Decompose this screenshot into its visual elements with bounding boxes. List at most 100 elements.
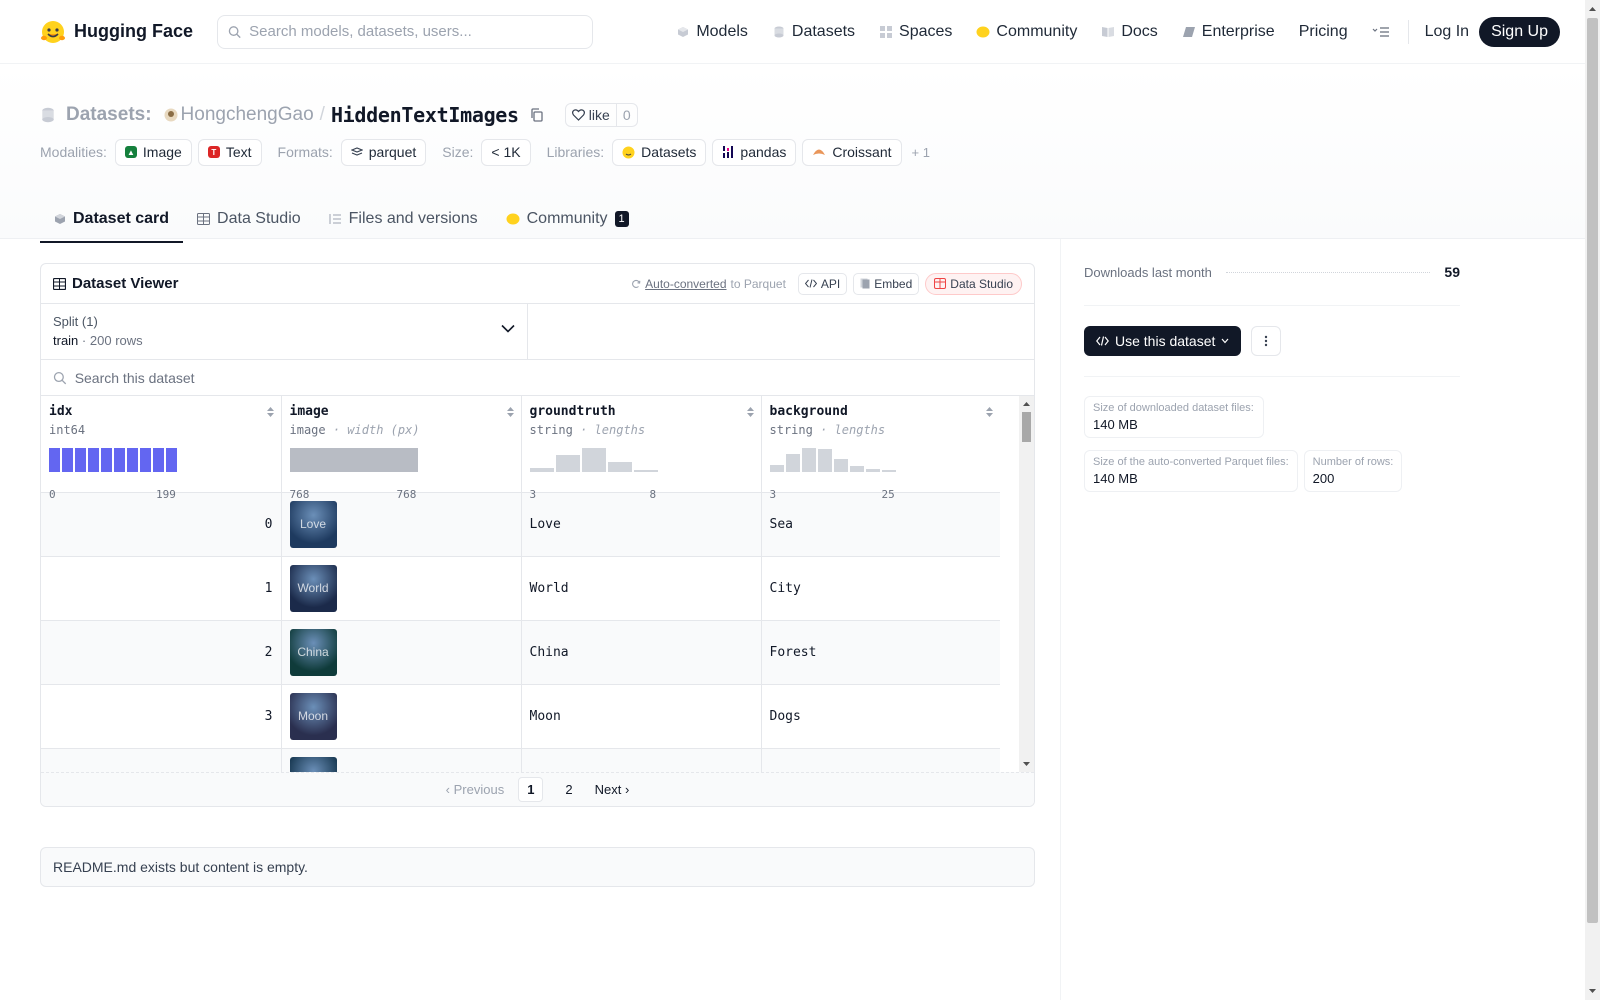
cell-background	[761, 748, 1000, 772]
histogram-bar[interactable]	[529, 467, 554, 472]
sort-icon[interactable]	[985, 406, 994, 418]
page-1-button[interactable]: 1	[518, 777, 544, 802]
table-row[interactable]: 2 China China Forest	[41, 620, 1000, 685]
table-row[interactable]	[41, 748, 1000, 772]
login-link[interactable]: Log In	[1415, 23, 1479, 41]
nav-datasets-label: Datasets	[791, 22, 856, 40]
histogram-bar[interactable]	[127, 447, 138, 472]
api-button[interactable]: API	[797, 272, 848, 295]
tab-files-versions[interactable]: Files and versions	[315, 196, 492, 243]
nav-models[interactable]: Models	[664, 16, 760, 48]
table-row[interactable]: 1 World World City	[41, 556, 1000, 621]
sort-icon[interactable]	[266, 406, 275, 418]
cube-icon	[676, 25, 690, 39]
tab-dataset-card[interactable]: Dataset card	[40, 196, 184, 243]
tag-library-croissant[interactable]: Croissant	[802, 138, 902, 166]
more-menu-button[interactable]	[1360, 16, 1402, 48]
global-search[interactable]	[217, 14, 594, 49]
nav-enterprise[interactable]: Enterprise	[1170, 16, 1287, 48]
section-label[interactable]: Datasets:	[66, 104, 152, 126]
previous-page-button[interactable]: ‹ Previous	[446, 782, 505, 797]
histogram-bar[interactable]	[769, 464, 784, 472]
image-thumbnail[interactable]: Moon	[289, 692, 337, 740]
histogram-bar[interactable]	[88, 447, 99, 472]
like-button[interactable]: like	[566, 104, 616, 126]
next-page-button[interactable]: Next ›	[595, 782, 630, 797]
histogram-bar[interactable]	[581, 447, 606, 472]
global-search-input[interactable]	[249, 23, 583, 40]
scroll-down-icon[interactable]	[1585, 985, 1600, 997]
image-thumbnail[interactable]: China	[289, 628, 337, 676]
histogram-bar[interactable]	[49, 447, 60, 472]
tag-format-parquet[interactable]: parquet	[340, 138, 427, 166]
scrollbar-thumb[interactable]	[1022, 412, 1031, 442]
copy-icon[interactable]	[529, 107, 545, 123]
tag-modality-text[interactable]: T Text	[197, 138, 262, 166]
sort-icon[interactable]	[506, 406, 515, 418]
tag-size[interactable]: < 1K	[481, 138, 531, 166]
readme-notice: README.md exists but content is empty.	[40, 847, 1035, 887]
nav-pricing[interactable]: Pricing	[1287, 16, 1360, 48]
nav-community[interactable]: Community	[964, 16, 1089, 48]
more-options-button[interactable]	[1251, 326, 1282, 356]
signup-button[interactable]: Sign Up	[1479, 16, 1560, 47]
scrollbar-thumb[interactable]	[1587, 18, 1598, 923]
histogram-bar[interactable]	[140, 447, 151, 472]
scroll-up-icon[interactable]	[1585, 3, 1600, 15]
nav-datasets[interactable]: Datasets	[760, 16, 867, 48]
histogram-bar[interactable]	[785, 453, 800, 472]
histogram-bar[interactable]	[289, 447, 418, 472]
histogram-bar[interactable]	[62, 447, 73, 472]
tag-label: Croissant	[832, 144, 892, 160]
nav-spaces[interactable]: Spaces	[867, 16, 964, 48]
like-count[interactable]: 0	[615, 104, 637, 126]
column-header-groundtruth: groundtruth string · lengths 3 8	[521, 396, 762, 501]
brand[interactable]: Hugging Face	[40, 19, 193, 45]
histogram-bar[interactable]	[817, 448, 832, 472]
tab-data-studio[interactable]: Data Studio	[183, 196, 315, 243]
more-tags-link[interactable]: + 1	[912, 145, 930, 160]
histogram-bar[interactable]	[75, 447, 86, 472]
histogram-bar[interactable]	[801, 447, 816, 472]
image-thumbnail[interactable]: Love	[289, 500, 337, 548]
use-this-dataset-button[interactable]: Use this dataset	[1084, 326, 1242, 356]
dataset-search[interactable]	[41, 360, 1034, 396]
image-thumbnail[interactable]: World	[289, 564, 337, 612]
histogram-bar[interactable]	[101, 447, 112, 472]
histogram-bar[interactable]	[881, 469, 896, 472]
path-separator: /	[319, 104, 325, 125]
table-row[interactable]: 3 Moon Moon Dogs	[41, 684, 1000, 749]
histogram-bar[interactable]	[607, 461, 632, 472]
page-scrollbar[interactable]	[1585, 0, 1600, 1000]
histogram-bar[interactable]	[555, 454, 580, 472]
dataset-search-input[interactable]	[74, 369, 1022, 386]
histogram-bar[interactable]	[153, 447, 164, 472]
nav-docs[interactable]: Docs	[1089, 16, 1169, 48]
scroll-down-icon[interactable]	[1019, 758, 1034, 770]
scroll-up-icon[interactable]	[1019, 398, 1034, 410]
page-2-button[interactable]: 2	[557, 778, 580, 801]
tag-modality-image[interactable]: ▲ Image	[114, 138, 192, 166]
image-thumbnail[interactable]	[289, 756, 337, 772]
tab-label: Data Studio	[217, 209, 301, 227]
repo-header: Datasets: HongchengGao / HiddenTextImage…	[0, 64, 1600, 243]
embed-button[interactable]: Embed	[853, 272, 920, 295]
table-scrollbar[interactable]	[1019, 396, 1034, 772]
histogram-bar[interactable]	[849, 465, 864, 472]
data-studio-button[interactable]: Data Studio	[925, 272, 1022, 295]
histogram-bar[interactable]	[166, 447, 177, 472]
histogram-bar[interactable]	[633, 469, 658, 472]
sort-icon[interactable]	[746, 406, 755, 418]
split-selector[interactable]: Split (1) train · 200 rows	[41, 304, 528, 359]
tag-label: < 1K	[491, 144, 521, 160]
histogram-bar[interactable]	[865, 468, 880, 472]
repo-name[interactable]: HiddenTextImages	[331, 103, 519, 127]
tag-library-datasets[interactable]: Datasets	[612, 138, 707, 166]
histogram-bar[interactable]	[114, 447, 125, 472]
histogram-bar[interactable]	[833, 458, 848, 472]
tag-library-pandas[interactable]: pandas	[712, 138, 797, 166]
tab-community[interactable]: Community 1	[492, 196, 643, 243]
auto-converted-link[interactable]: Auto-converted	[645, 277, 726, 291]
repo-owner[interactable]: HongchengGao	[164, 104, 314, 126]
table-row[interactable]: 0 Love Love Sea	[41, 492, 1000, 557]
